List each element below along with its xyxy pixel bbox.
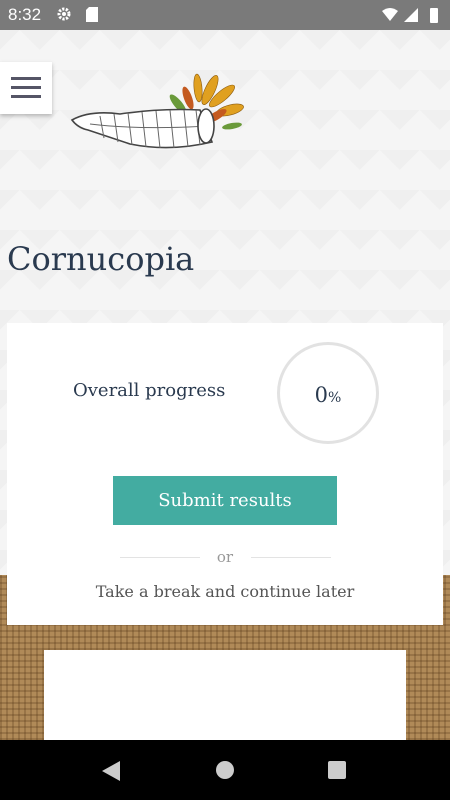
navigation-bar — [0, 740, 450, 800]
gear-icon — [56, 6, 72, 27]
signal-icon — [404, 8, 418, 22]
progress-unit: % — [328, 390, 342, 406]
status-time: 8:32 — [8, 5, 42, 24]
hamburger-menu-icon — [11, 77, 41, 80]
page-title: Cornucopia — [7, 240, 195, 278]
progress-value: 0% — [280, 383, 376, 407]
status-right-icons — [380, 6, 442, 29]
progress-label: Overall progress — [73, 380, 226, 401]
status-bar: 8:32 — [0, 0, 450, 30]
progress-number: 0 — [314, 383, 329, 407]
wifi-icon — [382, 8, 398, 21]
back-icon[interactable] — [102, 761, 120, 785]
take-break-link[interactable]: Take a break and continue later — [7, 582, 443, 601]
progress-circle: 0% — [277, 342, 379, 444]
sd-card-icon — [86, 7, 98, 27]
home-icon[interactable] — [216, 761, 234, 779]
submit-results-button[interactable]: Submit results — [113, 476, 337, 525]
hamburger-menu-button[interactable] — [0, 62, 52, 114]
cornucopia-logo — [70, 68, 246, 162]
divider-right — [251, 557, 331, 558]
recents-icon[interactable] — [328, 761, 346, 779]
battery-icon — [430, 8, 438, 23]
progress-card: Overall progress 0% Submit results or Ta… — [7, 323, 443, 625]
or-separator: or — [216, 548, 234, 566]
content-panel — [44, 650, 406, 740]
